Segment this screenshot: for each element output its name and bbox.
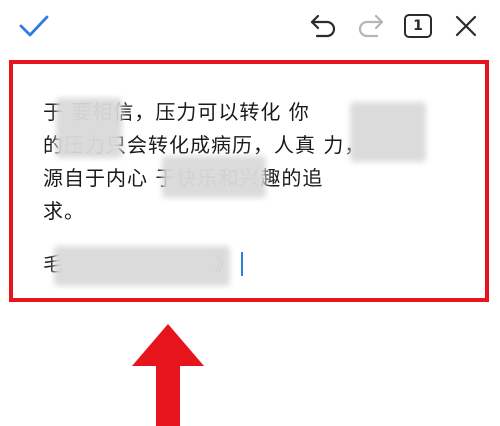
text-cursor	[241, 252, 243, 276]
redo-icon	[358, 14, 384, 38]
page-count-badge: 1	[404, 14, 432, 38]
redaction-blur	[56, 98, 122, 158]
red-arrow-up-icon	[132, 324, 204, 426]
close-button[interactable]	[446, 6, 486, 46]
redo-button[interactable]	[352, 6, 388, 46]
redaction-blur	[162, 156, 266, 198]
page-count-button[interactable]: 1	[398, 6, 438, 46]
top-toolbar: 1	[0, 0, 500, 52]
redaction-blur	[54, 246, 230, 286]
redaction-blur	[350, 102, 426, 162]
close-icon	[455, 15, 477, 37]
undo-button[interactable]	[306, 6, 342, 46]
note-editor-screen: 1 于 要相信，压力可以转化 你 的压力只会转化成病历，人真 力， 源自于内心 …	[0, 0, 500, 426]
note-line-4: 求。	[43, 199, 85, 223]
check-icon	[19, 15, 49, 37]
undo-icon	[310, 14, 336, 38]
note-blank-line	[43, 228, 473, 248]
done-button[interactable]	[14, 6, 54, 46]
